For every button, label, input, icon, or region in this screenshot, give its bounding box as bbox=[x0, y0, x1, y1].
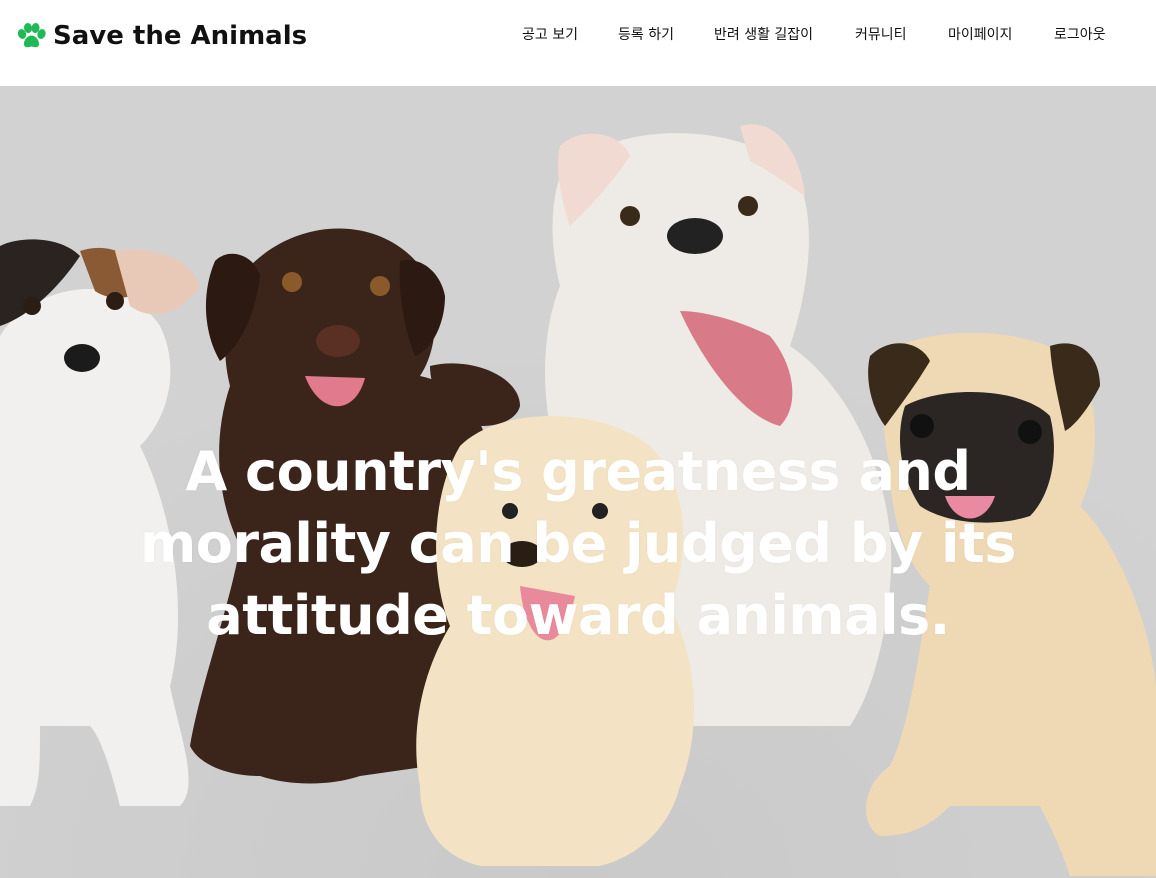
hero-headline: A country's greatness and morality can b… bbox=[140, 440, 1017, 647]
nav-item-mypage[interactable]: 마이페이지 bbox=[948, 25, 1012, 45]
brand-logo[interactable]: Save the Animals bbox=[17, 20, 307, 52]
hero-banner: A country's greatness and morality can b… bbox=[0, 86, 1156, 878]
brand-name: Save the Animals bbox=[53, 21, 308, 51]
nav-item-logout[interactable]: 로그아웃 bbox=[1054, 25, 1106, 45]
navbar: Save the Animals 공고 보기 등록 하기 반려 생활 길잡이 커… bbox=[0, 0, 1156, 86]
nav-item-view-notices[interactable]: 공고 보기 bbox=[522, 25, 578, 45]
paw-icon bbox=[17, 23, 46, 49]
nav-item-pet-guide[interactable]: 반려 생활 길잡이 bbox=[714, 25, 813, 45]
nav-item-register[interactable]: 등록 하기 bbox=[618, 25, 674, 45]
nav-item-community[interactable]: 커뮤니티 bbox=[855, 25, 907, 45]
